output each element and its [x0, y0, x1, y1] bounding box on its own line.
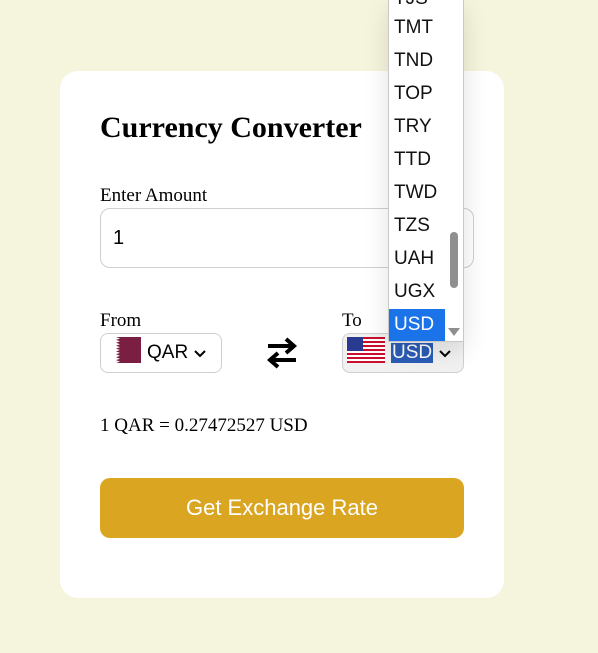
qatar-flag-icon — [105, 337, 141, 369]
dropdown-option[interactable]: TMT — [389, 12, 446, 44]
get-exchange-rate-button[interactable]: Get Exchange Rate — [100, 478, 464, 538]
to-currency-value: USD — [391, 342, 434, 363]
dropdown-option[interactable]: UGX — [389, 276, 446, 308]
scrollbar-thumb[interactable] — [450, 232, 458, 288]
dropdown-option[interactable]: TZS — [389, 210, 446, 242]
usa-flag-icon — [347, 337, 385, 369]
dropdown-option[interactable]: UAH — [389, 243, 446, 275]
from-label: From — [100, 310, 142, 331]
to-label: To — [342, 310, 362, 331]
from-currency-select[interactable]: QAR — [100, 333, 222, 373]
from-currency-value: QAR — [147, 342, 189, 363]
to-currency-dropdown-list[interactable]: TJS TMT TND TOP TRY TTD TWD TZS UAH UGX … — [388, 0, 464, 342]
scroll-down-arrow-icon[interactable] — [448, 328, 460, 336]
dropdown-option[interactable]: TND — [389, 45, 446, 77]
dropdown-option[interactable]: TOP — [389, 78, 446, 110]
dropdown-scrollbar[interactable] — [445, 0, 463, 341]
amount-label: Enter Amount — [100, 185, 208, 206]
dropdown-option[interactable]: TWD — [389, 177, 446, 209]
dropdown-option-selected[interactable]: USD — [389, 309, 446, 341]
chevron-down-icon — [439, 342, 451, 364]
chevron-down-icon — [194, 342, 206, 364]
swap-arrows-icon[interactable] — [264, 334, 300, 370]
exchange-rate-result: 1 QAR = 0.27472527 USD — [100, 415, 308, 436]
dropdown-option[interactable]: TRY — [389, 111, 446, 143]
dropdown-option[interactable]: TTD — [389, 144, 446, 176]
page-title: Currency Converter — [100, 111, 362, 144]
